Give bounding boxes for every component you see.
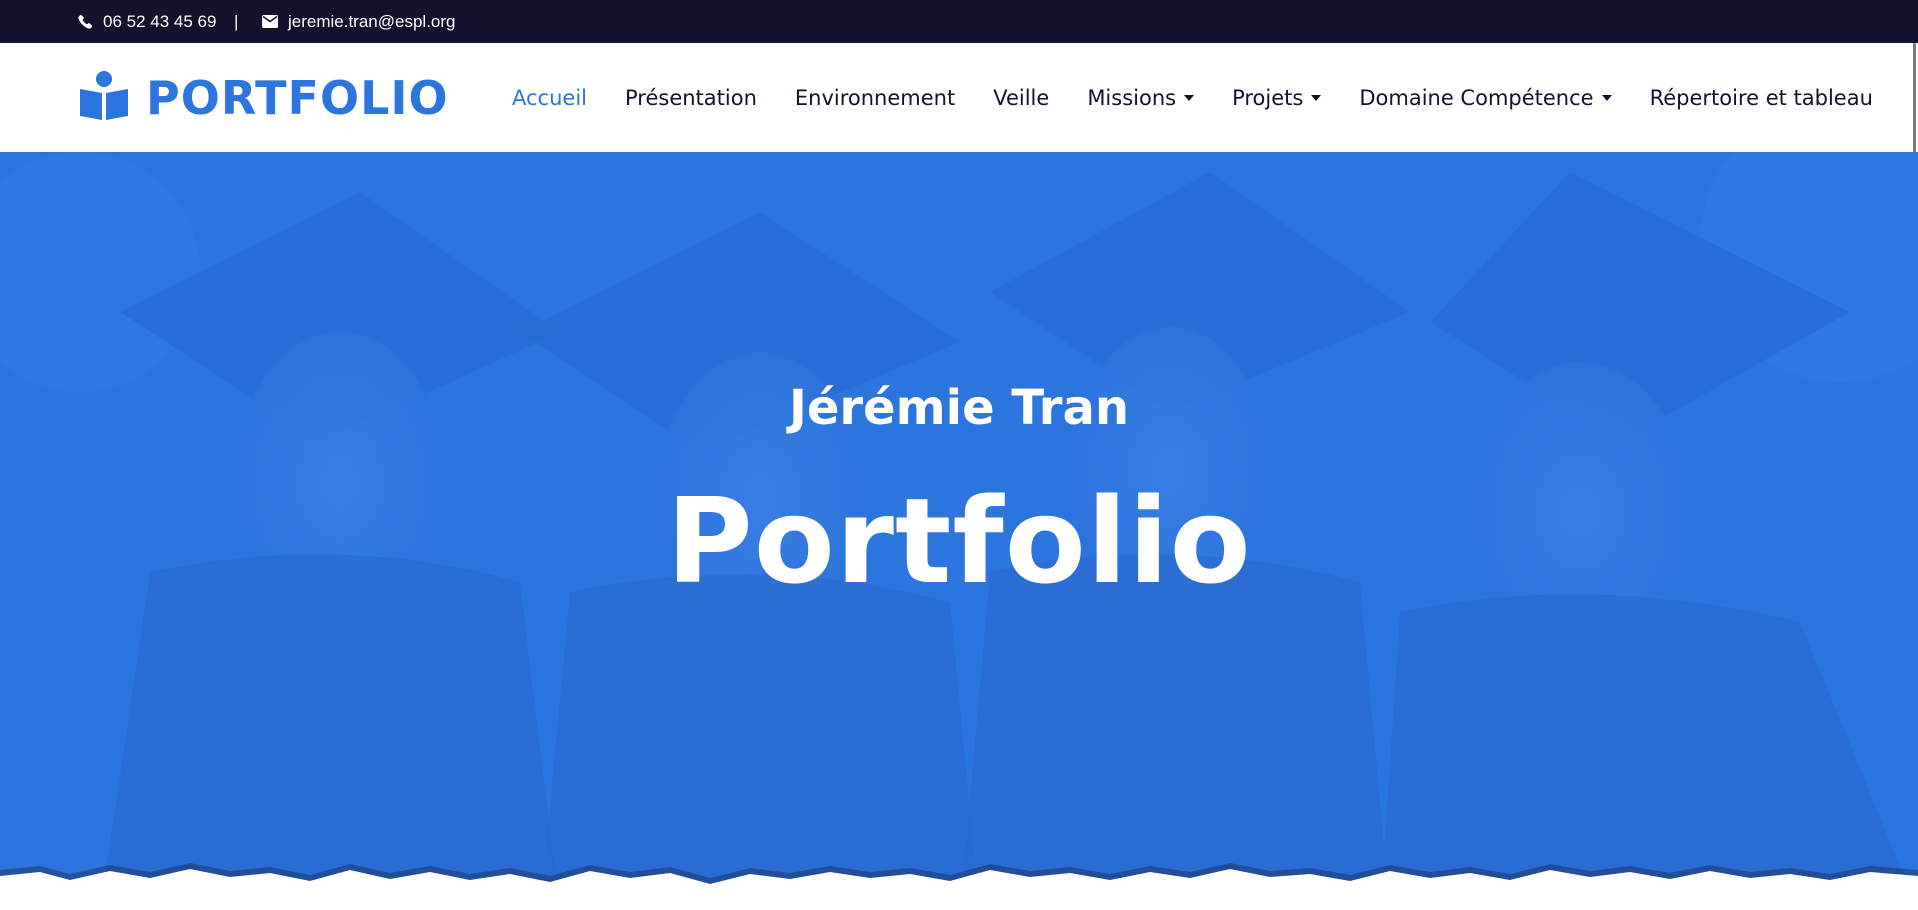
caret-down-icon [1601,94,1612,101]
nav-item-domaine-competence[interactable]: Domaine Compétence [1359,85,1612,110]
nav-item-repertoire-tableau[interactable]: Répertoire et tableau [1650,86,1873,110]
nav-item-label: Veille [993,85,1050,110]
topbar-separator: | [234,11,239,31]
email-contact[interactable]: jeremie.tran@espl.org [262,0,456,43]
nav-item-label: Domaine Compétence [1359,85,1594,110]
phone-contact[interactable]: 06 52 43 45 69 [78,0,216,43]
brand-name: PORTFOLIO [146,71,449,125]
nav-item-accueil[interactable]: Accueil [512,86,587,110]
nav-item-environnement[interactable]: Environnement [795,86,955,110]
nav-item-label: Environnement [794,85,956,110]
phone-number: 06 52 43 45 69 [103,11,217,31]
hero-title: Portfolio [666,472,1252,610]
phone-icon [78,14,93,29]
torn-paper-edge [0,863,1918,910]
nav-item-label: Projets [1232,85,1304,110]
reader-book-icon [78,70,130,126]
hero-subtitle: Jérémie Tran [788,380,1130,436]
caret-down-icon [1184,94,1195,101]
nav-item-label: Répertoire et tableau [1649,85,1873,110]
nav-item-veille[interactable]: Veille [993,86,1049,110]
nav-item-label: Missions [1087,85,1177,110]
page-scrollbar[interactable] [1913,43,1916,153]
brand-logo[interactable]: PORTFOLIO [78,71,449,125]
top-contact-bar: 06 52 43 45 69 | jeremie.tran@espl.org [0,0,1918,43]
nav-item-projets[interactable]: Projets [1232,85,1322,110]
site-header: PORTFOLIO Accueil Présentation Environne… [0,43,1918,152]
nav-item-presentation[interactable]: Présentation [625,86,757,110]
main-navigation: Accueil Présentation Environnement Veill… [512,43,1911,152]
nav-item-missions[interactable]: Missions [1087,85,1195,110]
nav-item-label: Présentation [625,85,757,110]
nav-item-label: Accueil [512,85,587,110]
caret-down-icon [1311,94,1322,101]
email-address: jeremie.tran@espl.org [288,11,456,31]
hero-banner: Jérémie Tran Portfolio [0,152,1918,910]
envelope-icon [262,15,278,28]
